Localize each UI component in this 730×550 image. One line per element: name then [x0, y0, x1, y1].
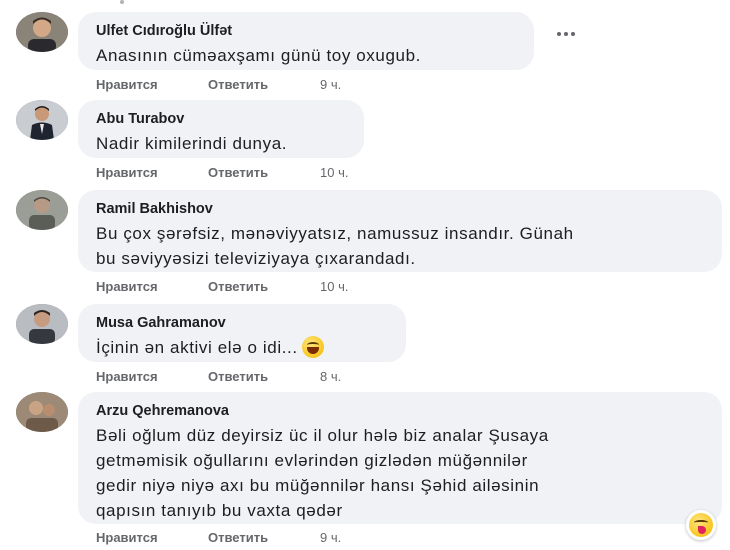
comment-author[interactable]: Musa Gahramanov	[96, 314, 392, 332]
comment-text: Anasının cüməaxşamı günü toy oxugub.	[96, 46, 421, 65]
comment-text: Bəli oğlum düz deyirsiz üc il olur hələ …	[96, 423, 708, 523]
comment-actions: Нравится Ответить 8 ч.	[96, 369, 341, 384]
avatar[interactable]	[16, 100, 68, 140]
comment-time[interactable]: 10 ч.	[320, 165, 348, 180]
like-button[interactable]: Нравится	[96, 165, 208, 180]
more-options-button[interactable]	[552, 24, 580, 44]
comment-time[interactable]: 8 ч.	[320, 369, 341, 384]
comment-author[interactable]: Ulfet Cıdıroğlu Ülfət	[96, 22, 520, 40]
avatar[interactable]	[16, 392, 68, 432]
reply-button[interactable]: Ответить	[208, 77, 320, 92]
comment-text: İçinin ən aktivi elə o idi...	[96, 335, 392, 360]
like-button[interactable]: Нравится	[96, 369, 208, 384]
tongue-wink-emoji-icon	[689, 513, 713, 537]
comment-bubble: Arzu Qehremanova Bəli oğlum düz deyirsiz…	[78, 392, 722, 524]
more-dots-icon	[557, 32, 561, 36]
comment-bubble: Ramil Bakhishov Bu çox şərəfsiz, mənəviy…	[78, 190, 722, 272]
comment-text-line: Bəli oğlum düz deyirsiz üc il olur hələ …	[96, 426, 549, 445]
comment-bubble: Abu Turabov Nadir kimilerindi dunya.	[78, 100, 364, 158]
comment-text-line: getməmisik oğullarını evlərindən gizlədə…	[96, 451, 528, 470]
comment-author[interactable]: Arzu Qehremanova	[96, 402, 708, 420]
grinning-face-icon	[301, 336, 324, 358]
comment-actions: Нравится Ответить 10 ч.	[96, 279, 348, 294]
like-button[interactable]: Нравится	[96, 530, 208, 545]
comment-actions: Нравится Ответить 9 ч.	[96, 530, 341, 545]
reply-button[interactable]: Ответить	[208, 369, 320, 384]
comment-text-line: qapısın tanıyıb bu vaxta qədər	[96, 501, 343, 520]
reply-button[interactable]: Ответить	[208, 279, 320, 294]
comment-time[interactable]: 10 ч.	[320, 279, 348, 294]
reaction-badge[interactable]	[686, 510, 716, 540]
like-button[interactable]: Нравится	[96, 77, 208, 92]
comment-text-line: gedir niyə niyə axı bu müğənnilər hansı …	[96, 476, 540, 495]
comment-author[interactable]: Abu Turabov	[96, 110, 350, 128]
comment-bubble: Ulfet Cıdıroğlu Ülfət Anasının cüməaxşam…	[78, 12, 534, 70]
comment-bubble: Musa Gahramanov İçinin ən aktivi elə o i…	[78, 304, 406, 362]
like-button[interactable]: Нравится	[96, 279, 208, 294]
reply-button[interactable]: Ответить	[208, 165, 320, 180]
comment-author[interactable]: Ramil Bakhishov	[96, 200, 708, 218]
comment-text-line: Bu çox şərəfsiz, mənəviyyatsız, namussuz…	[96, 224, 574, 243]
avatar[interactable]	[16, 12, 68, 52]
comment-text-line: bu səviyyəsizi televiziyaya çıxarandadı.	[96, 249, 416, 268]
comment-actions: Нравится Ответить 9 ч.	[96, 77, 341, 92]
avatar[interactable]	[16, 304, 68, 344]
reply-button[interactable]: Ответить	[208, 530, 320, 545]
comment-time[interactable]: 9 ч.	[320, 530, 341, 545]
comment-text-content: İçinin ən aktivi elə o idi...	[96, 338, 298, 357]
avatar[interactable]	[16, 190, 68, 230]
comment-text: Bu çox şərəfsiz, mənəviyyatsız, namussuz…	[96, 221, 708, 271]
comment-time[interactable]: 9 ч.	[320, 77, 341, 92]
separator-dot	[120, 0, 124, 4]
comment-text: Nadir kimilerindi dunya.	[96, 134, 288, 153]
comment-actions: Нравится Ответить 10 ч.	[96, 165, 348, 180]
